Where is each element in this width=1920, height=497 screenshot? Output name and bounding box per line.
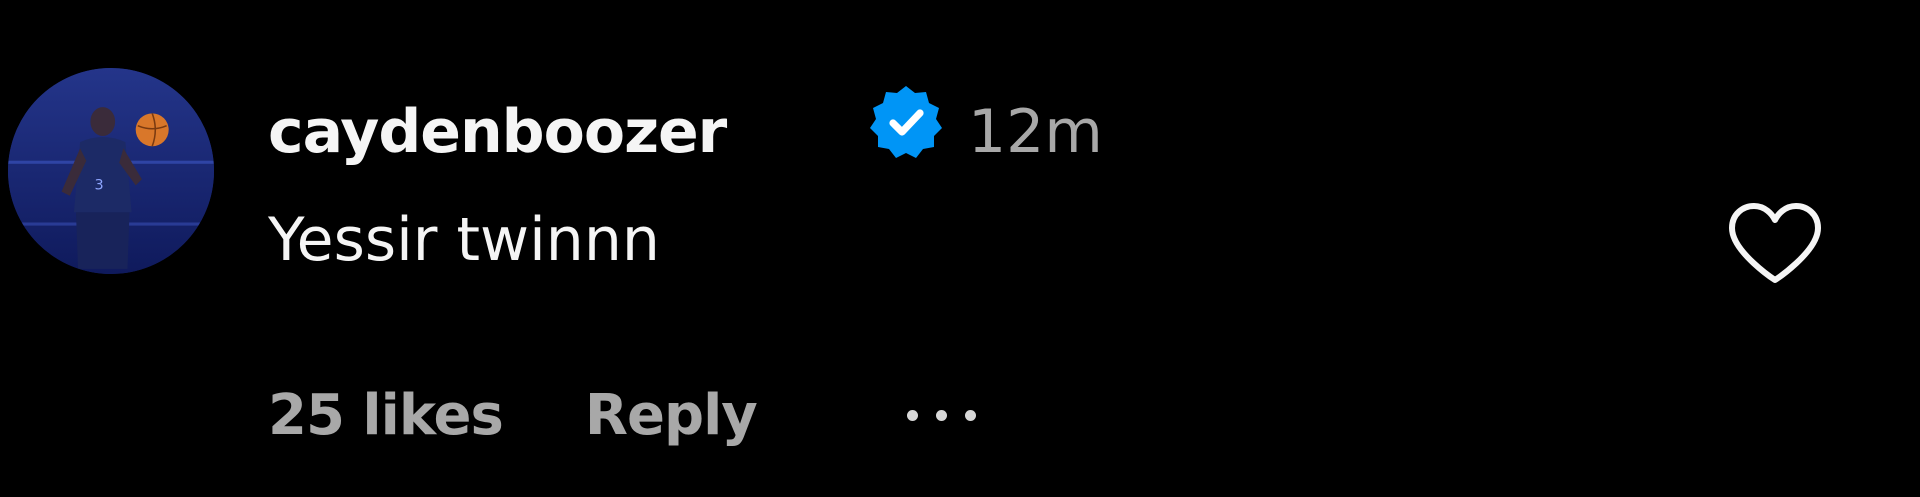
verified-badge-icon bbox=[866, 82, 946, 162]
reply-button[interactable]: Reply bbox=[585, 383, 758, 448]
more-dot bbox=[935, 409, 947, 421]
comment-actions: 25 likes Reply bbox=[268, 375, 976, 455]
comment-text: Yessir twinnn bbox=[268, 205, 660, 275]
svg-text:3: 3 bbox=[95, 178, 104, 194]
comment-timestamp[interactable]: 12m bbox=[968, 96, 1103, 168]
more-horizontal-icon[interactable] bbox=[906, 395, 976, 435]
comment-item: 3 caydenboozer 12m Yessir twinnn 25 like… bbox=[0, 0, 1920, 497]
heart-outline-icon[interactable] bbox=[1720, 200, 1830, 290]
likes-count-link[interactable]: 25 likes bbox=[268, 383, 504, 448]
more-dot bbox=[964, 409, 976, 421]
comment-username[interactable]: caydenboozer bbox=[268, 96, 727, 168]
more-dot bbox=[906, 409, 918, 421]
avatar-image: 3 bbox=[8, 68, 214, 274]
user-avatar[interactable]: 3 bbox=[8, 68, 214, 274]
